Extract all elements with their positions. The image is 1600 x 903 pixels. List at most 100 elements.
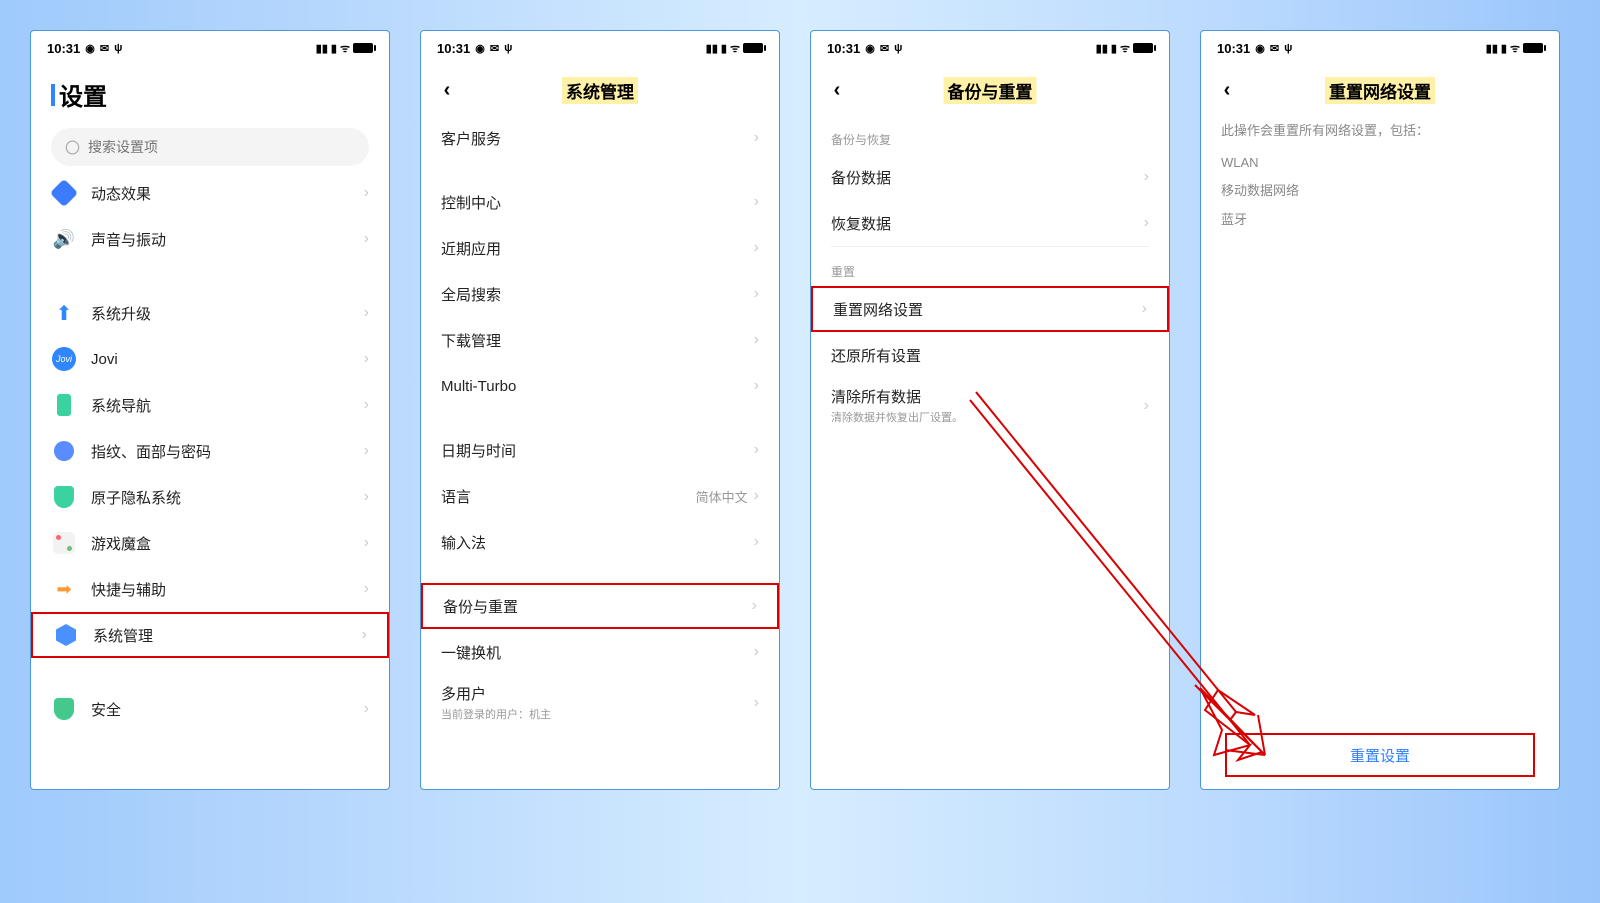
- row-input[interactable]: 输入法›: [421, 519, 779, 565]
- chevron-right-icon: ›: [754, 239, 759, 257]
- speaker-icon: 🔊: [53, 229, 75, 250]
- chevron-right-icon: ›: [1144, 397, 1149, 415]
- row-fingerprint[interactable]: 指纹、面部与密码›: [31, 428, 389, 474]
- arrow-up-icon: ⬆: [56, 301, 73, 326]
- row-sublabel: 清除数据并恢复出厂设置。: [831, 409, 1124, 425]
- shield-icon: [54, 486, 74, 508]
- row-label: 清除所有数据: [831, 386, 1124, 407]
- usb-icon: ψ: [114, 42, 122, 54]
- row-language[interactable]: 语言简体中文›: [421, 473, 779, 519]
- row-datetime[interactable]: 日期与时间›: [421, 427, 779, 473]
- wifi-icon: ᯤ: [1510, 41, 1520, 56]
- usb-icon: ψ: [504, 42, 512, 54]
- row-system-manage[interactable]: 系统管理›: [31, 612, 389, 658]
- back-button[interactable]: ‹: [1215, 78, 1239, 102]
- mail-icon: ✉: [880, 42, 889, 55]
- mail-icon: ✉: [1270, 42, 1279, 55]
- jovi-icon: Jovi: [52, 347, 76, 371]
- diamond-icon: [50, 179, 78, 207]
- wifi-icon: ᯤ: [1120, 41, 1130, 56]
- page-title: 设置: [31, 65, 389, 120]
- row-reset-all[interactable]: 还原所有设置: [811, 332, 1169, 378]
- reset-description: 此操作会重置所有网络设置，包括：: [1201, 115, 1559, 146]
- reset-item-bt: 蓝牙: [1201, 209, 1559, 237]
- chevron-right-icon: ›: [364, 700, 369, 718]
- back-button[interactable]: ‹: [825, 78, 849, 102]
- row-recent[interactable]: 近期应用›: [421, 225, 779, 271]
- chevron-right-icon: ›: [364, 534, 369, 552]
- row-label: 游戏魔盒: [91, 533, 364, 554]
- row-backup-reset[interactable]: 备份与重置›: [421, 583, 779, 629]
- chevron-right-icon: ›: [752, 597, 757, 615]
- row-label: Multi-Turbo: [441, 378, 754, 395]
- chevron-right-icon: ›: [1142, 300, 1147, 318]
- charge-icon: ▮: [1111, 42, 1117, 55]
- phone-icon: [57, 394, 71, 416]
- signal-icon: ▮▮: [1486, 42, 1498, 55]
- search-bar[interactable]: 〇: [51, 128, 369, 166]
- chevron-right-icon: ›: [364, 230, 369, 248]
- row-label: 输入法: [441, 532, 754, 553]
- charge-icon: ▮: [1501, 42, 1507, 55]
- phone-reset-network: 10:31 ◉ ✉ ψ ▮▮▮ᯤ ‹ 重置网络设置 此操作会重置所有网络设置，包…: [1200, 30, 1560, 790]
- row-control[interactable]: 控制中心›: [421, 179, 779, 225]
- chevron-right-icon: ›: [364, 442, 369, 460]
- row-label: 动态效果: [91, 183, 364, 204]
- row-label: 指纹、面部与密码: [91, 441, 364, 462]
- row-label: 恢复数据: [831, 213, 1144, 234]
- battery-icon: [353, 43, 373, 53]
- reset-item-wlan: WLAN: [1201, 146, 1559, 180]
- search-input[interactable]: [88, 139, 355, 155]
- status-bar: 10:31 ◉ ✉ ψ ▮▮ ▮ ᯤ: [31, 31, 389, 65]
- row-backup-data[interactable]: 备份数据›: [811, 154, 1169, 200]
- row-privacy[interactable]: 原子隐私系统›: [31, 474, 389, 520]
- hexagon-icon: [56, 624, 76, 646]
- row-label: 全局搜索: [441, 284, 754, 305]
- status-bar: 10:31 ◉ ✉ ψ ▮▮▮ᯤ: [811, 31, 1169, 65]
- row-dynamic[interactable]: 动态效果›: [31, 170, 389, 216]
- row-multiturbo[interactable]: Multi-Turbo›: [421, 363, 779, 409]
- row-clear-all[interactable]: 清除所有数据 清除数据并恢复出厂设置。 ›: [811, 378, 1169, 433]
- reset-settings-button[interactable]: 重置设置: [1225, 733, 1535, 777]
- row-label: 安全: [91, 699, 364, 720]
- fingerprint-icon: [54, 441, 74, 461]
- row-sublabel: 当前登录的用户：机主: [441, 706, 734, 722]
- row-label: 声音与振动: [91, 229, 364, 250]
- row-restore[interactable]: 恢复数据›: [811, 200, 1169, 246]
- row-switch[interactable]: 一键换机›: [421, 629, 779, 675]
- security-shield-icon: [54, 698, 74, 720]
- chevron-right-icon: ›: [1144, 168, 1149, 186]
- chevron-right-icon: ›: [364, 184, 369, 202]
- chevron-right-icon: ›: [754, 377, 759, 395]
- group-label: 备份与恢复: [811, 115, 1169, 154]
- signal-icon: ▮▮: [1096, 42, 1108, 55]
- back-button[interactable]: ‹: [435, 78, 459, 102]
- backup-list: 备份与恢复 备份数据› 恢复数据› 重置 重置网络设置› 还原所有设置 清除所有…: [811, 115, 1169, 789]
- row-label: 下载管理: [441, 330, 754, 351]
- row-label: 系统导航: [91, 395, 364, 416]
- header: ‹ 系统管理: [421, 65, 779, 115]
- row-game[interactable]: 游戏魔盒›: [31, 520, 389, 566]
- row-upgrade[interactable]: ⬆ 系统升级›: [31, 290, 389, 336]
- row-search[interactable]: 全局搜索›: [421, 271, 779, 317]
- row-label: 语言: [441, 486, 696, 507]
- row-sound[interactable]: 🔊 声音与振动›: [31, 216, 389, 262]
- row-multiuser[interactable]: 多用户 当前登录的用户：机主 ›: [421, 675, 779, 730]
- row-label: 备份数据: [831, 167, 1144, 188]
- status-time: 10:31: [1217, 41, 1250, 56]
- forward-icon: ➡: [56, 579, 71, 600]
- row-download[interactable]: 下载管理›: [421, 317, 779, 363]
- row-service[interactable]: 客户服务›: [421, 115, 779, 161]
- row-jovi[interactable]: Jovi Jovi›: [31, 336, 389, 382]
- chevron-right-icon: ›: [754, 441, 759, 459]
- row-label: 控制中心: [441, 192, 754, 213]
- phone-settings-root: 10:31 ◉ ✉ ψ ▮▮ ▮ ᯤ 设置 〇 动态效果› 🔊 声音与振动› ⬆…: [30, 30, 390, 790]
- row-nav[interactable]: 系统导航›: [31, 382, 389, 428]
- button-label: 重置设置: [1350, 745, 1410, 766]
- row-reset-network[interactable]: 重置网络设置›: [811, 286, 1169, 332]
- row-label: Jovi: [91, 351, 364, 368]
- row-label: 原子隐私系统: [91, 487, 364, 508]
- row-security[interactable]: 安全›: [31, 686, 389, 732]
- header: ‹ 重置网络设置: [1201, 65, 1559, 115]
- row-shortcut[interactable]: ➡ 快捷与辅助›: [31, 566, 389, 612]
